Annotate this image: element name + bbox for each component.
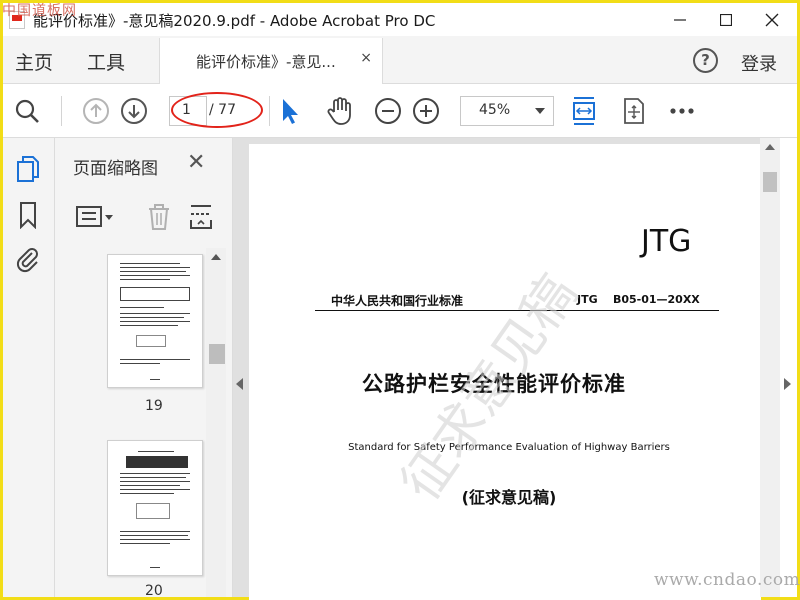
- page-thumbnails-icon: [17, 156, 39, 182]
- search-icon: [15, 99, 39, 123]
- previous-page-button[interactable]: [81, 96, 111, 126]
- zoom-in-button[interactable]: [411, 96, 441, 126]
- trash-icon: [149, 204, 169, 230]
- minimize-icon: [674, 18, 686, 21]
- attachments-button[interactable]: [13, 244, 43, 274]
- scroll-up-icon[interactable]: [211, 254, 221, 260]
- hand-tool-button[interactable]: [325, 96, 355, 126]
- standard-mark: JTG: [641, 224, 692, 259]
- zoom-out-icon: [375, 98, 401, 124]
- thumbnail-page-20[interactable]: [107, 440, 203, 576]
- thumbnails-panel: 页面缩略图 ✕ 19 20: [55, 138, 233, 599]
- hand-tool-icon: [327, 97, 351, 125]
- tab-document[interactable]: 能评价标准》-意见... ×: [159, 38, 383, 84]
- toolbar-divider: [61, 96, 62, 126]
- expand-right-panel-button[interactable]: [784, 378, 791, 390]
- search-button[interactable]: [12, 96, 42, 126]
- close-icon: [765, 13, 779, 26]
- chevron-down-icon: [535, 108, 545, 114]
- insert-page-icon: [190, 205, 212, 229]
- page-down-icon: [121, 98, 147, 124]
- thumbnail-scrollbar[interactable]: [206, 248, 226, 597]
- document-scroll-thumb[interactable]: [763, 172, 777, 192]
- maximize-button[interactable]: [703, 3, 749, 36]
- zoom-value: 45%: [479, 102, 511, 118]
- more-tools-button[interactable]: [667, 96, 697, 126]
- red-highlight-annotation: [171, 92, 263, 128]
- collapse-left-panel-button[interactable]: [236, 378, 243, 390]
- help-icon[interactable]: ?: [693, 48, 718, 73]
- thumbnail-figure: [136, 503, 170, 519]
- page-thumbnails-button[interactable]: [13, 154, 43, 184]
- fit-width-icon: [573, 97, 595, 125]
- zoom-in-icon: [413, 98, 439, 124]
- document-title-english: Standard for Safety Performance Evaluati…: [348, 442, 670, 453]
- thumbnail-table: [126, 456, 188, 468]
- thumbnail-scroll-thumb[interactable]: [209, 344, 225, 364]
- thumbnail-figure: [136, 335, 166, 347]
- panel-title: 页面缩略图: [73, 159, 158, 179]
- standard-code: JTG B05-01—20XX: [577, 293, 700, 306]
- document-tab-label: 能评价标准》-意见...: [196, 53, 336, 71]
- more-icon: [670, 108, 694, 114]
- tab-home[interactable]: 主页: [15, 48, 53, 75]
- tab-tools[interactable]: 工具: [87, 48, 125, 75]
- full-screen-icon: [624, 98, 644, 124]
- site-watermark-top: 中国道板网: [2, 3, 77, 19]
- thumbnail-page-19[interactable]: [107, 254, 203, 388]
- navigation-rail: [3, 138, 55, 597]
- page-up-icon: [83, 98, 109, 124]
- select-cursor-icon: [283, 99, 298, 124]
- toolbar: 1 / 77 45%: [3, 84, 797, 138]
- insert-page-button[interactable]: [187, 202, 215, 232]
- select-tool-button[interactable]: [275, 96, 305, 126]
- draft-label: (征求意见稿): [461, 488, 557, 507]
- thumbnail-page-label: 19: [145, 398, 163, 414]
- options-menu-icon: [76, 206, 113, 227]
- window-title: 能评价标准》-意见稿2020.9.pdf - Adobe Acrobat Pro…: [33, 12, 436, 30]
- bookmark-icon: [20, 202, 36, 229]
- thumbnail-options-button[interactable]: [75, 202, 115, 232]
- close-panel-button[interactable]: ✕: [187, 150, 205, 175]
- minimize-button[interactable]: [657, 3, 703, 36]
- zoom-select[interactable]: 45%: [460, 96, 554, 126]
- site-watermark-bottom: www.cndao.com: [654, 570, 800, 590]
- thumbnail-table: [120, 287, 190, 301]
- thumbnail-page-label: 20: [145, 583, 163, 599]
- industry-standard-label: 中华人民共和国行业标准: [331, 294, 464, 308]
- zoom-out-button[interactable]: [373, 96, 403, 126]
- scroll-up-icon[interactable]: [765, 144, 775, 150]
- paperclip-icon: [16, 248, 38, 273]
- next-page-button[interactable]: [119, 96, 149, 126]
- title-bar: 能评价标准》-意见稿2020.9.pdf - Adobe Acrobat Pro…: [3, 3, 797, 36]
- tab-bar: 主页 工具 能评价标准》-意见... × ? 登录: [3, 36, 797, 84]
- toolbar-divider: [269, 96, 270, 126]
- full-screen-button[interactable]: [619, 96, 649, 126]
- close-tab-button[interactable]: ×: [360, 50, 372, 66]
- sign-in-link[interactable]: 登录: [741, 50, 777, 76]
- maximize-icon: [720, 13, 732, 26]
- fit-width-button[interactable]: [569, 96, 599, 126]
- document-scrollbar[interactable]: [760, 138, 780, 597]
- delete-page-button[interactable]: [145, 202, 173, 232]
- bookmarks-button[interactable]: [13, 200, 43, 230]
- close-window-button[interactable]: [749, 3, 795, 36]
